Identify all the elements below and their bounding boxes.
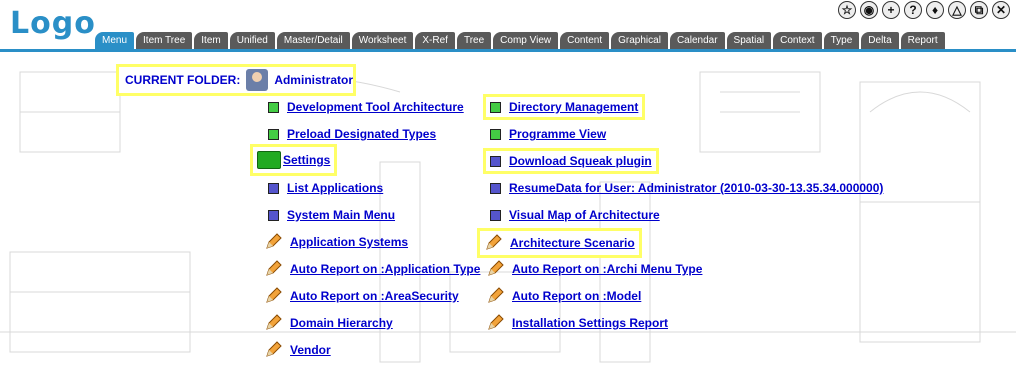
pencil-icon bbox=[266, 260, 282, 276]
list-item: ResumeData for User: Administrator (2010… bbox=[490, 179, 883, 197]
logo: Logo bbox=[10, 6, 96, 41]
bookmark-icon[interactable]: ☆ bbox=[838, 1, 856, 19]
list-item: Auto Report on :Application Type bbox=[264, 260, 480, 278]
tab-comp-view[interactable]: Comp View bbox=[493, 32, 559, 49]
menu-link[interactable]: Domain Hierarchy bbox=[290, 316, 393, 330]
tab-report[interactable]: Report bbox=[900, 32, 945, 49]
menu-link[interactable]: Auto Report on :Application Type bbox=[290, 262, 480, 276]
blue-square-icon bbox=[268, 209, 279, 221]
blue-square-icon bbox=[490, 209, 501, 221]
list-item: Programme View bbox=[490, 125, 606, 143]
green-square-icon bbox=[490, 128, 501, 140]
blue-square-icon bbox=[490, 155, 501, 167]
tab-menu[interactable]: Menu bbox=[95, 32, 135, 49]
pencil-icon bbox=[488, 260, 504, 276]
toolbar-icons: ☆ ◉ + ? ♦ △ ⧉ ✕ bbox=[838, 1, 1010, 19]
tab-content[interactable]: Content bbox=[560, 32, 610, 49]
list-item: Preload Designated Types bbox=[268, 125, 436, 143]
green-square-icon bbox=[268, 101, 279, 113]
list-item: Architecture Scenario bbox=[477, 228, 642, 258]
menu-link[interactable]: System Main Menu bbox=[287, 208, 395, 222]
menu-link[interactable]: Download Squeak plugin bbox=[509, 154, 652, 168]
copy-icon[interactable]: ⧉ bbox=[970, 1, 988, 19]
menu-link[interactable]: List Applications bbox=[287, 181, 383, 195]
list-item: Download Squeak plugin bbox=[483, 148, 659, 174]
list-item: Settings bbox=[250, 144, 338, 176]
menu-link[interactable]: Application Systems bbox=[290, 235, 408, 249]
list-item: Directory Management bbox=[483, 94, 646, 120]
pencil-icon bbox=[266, 341, 282, 357]
tab-spatial[interactable]: Spatial bbox=[726, 32, 772, 49]
menu-link[interactable]: Auto Report on :Model bbox=[512, 289, 641, 303]
list-item: Auto Report on :AreaSecurity bbox=[264, 287, 459, 305]
tab-unified[interactable]: Unified bbox=[229, 32, 275, 49]
list-item: Application Systems bbox=[264, 233, 408, 251]
pencil-icon bbox=[486, 234, 502, 250]
current-folder-label: CURRENT FOLDER: bbox=[125, 73, 241, 87]
menu-link[interactable]: Vendor bbox=[290, 343, 331, 357]
tab-worksheet[interactable]: Worksheet bbox=[351, 32, 414, 49]
tab-x-ref[interactable]: X-Ref bbox=[415, 32, 455, 49]
list-item: Installation Settings Report bbox=[486, 314, 668, 332]
tab-context[interactable]: Context bbox=[773, 32, 822, 49]
list-item: Auto Report on :Archi Menu Type bbox=[486, 260, 702, 278]
menu-link[interactable]: Programme View bbox=[509, 127, 606, 141]
tab-item[interactable]: Item bbox=[194, 32, 228, 49]
help-icon[interactable]: ? bbox=[904, 1, 922, 19]
pencil-icon bbox=[266, 314, 282, 330]
menu-link[interactable]: Settings bbox=[283, 153, 330, 167]
tab-delta[interactable]: Delta bbox=[861, 32, 899, 49]
list-item: Vendor bbox=[264, 341, 331, 359]
menu-link[interactable]: Auto Report on :Archi Menu Type bbox=[512, 262, 702, 276]
tab-calendar[interactable]: Calendar bbox=[669, 32, 725, 49]
close-icon[interactable]: ✕ bbox=[992, 1, 1010, 19]
tab-graphical[interactable]: Graphical bbox=[611, 32, 668, 49]
globe-icon[interactable]: ◉ bbox=[860, 1, 878, 19]
list-item: Auto Report on :Model bbox=[486, 287, 641, 305]
location-icon[interactable]: ♦ bbox=[926, 1, 944, 19]
tab-bar: Menu Item Tree Item Unified Master/Detai… bbox=[95, 32, 947, 49]
menu-link[interactable]: Visual Map of Architecture bbox=[509, 208, 660, 222]
menu-link[interactable]: Architecture Scenario bbox=[510, 236, 635, 250]
menu-link[interactable]: ResumeData for User: Administrator (2010… bbox=[509, 181, 883, 195]
pencil-icon bbox=[488, 287, 504, 303]
list-item: System Main Menu bbox=[268, 206, 395, 224]
pencil-icon bbox=[488, 314, 504, 330]
tab-master-detail[interactable]: Master/Detail bbox=[276, 32, 350, 49]
current-folder-banner: CURRENT FOLDER: Administrator bbox=[116, 64, 356, 96]
triangle-icon[interactable]: △ bbox=[948, 1, 966, 19]
list-item: Development Tool Architecture bbox=[268, 98, 464, 116]
menu-link[interactable]: Installation Settings Report bbox=[512, 316, 668, 330]
list-item: Domain Hierarchy bbox=[264, 314, 393, 332]
list-item: List Applications bbox=[268, 179, 383, 197]
list-item: Visual Map of Architecture bbox=[490, 206, 660, 224]
folder-icon bbox=[257, 151, 281, 169]
tab-type[interactable]: Type bbox=[823, 32, 860, 49]
current-folder-user[interactable]: Administrator bbox=[274, 73, 353, 87]
green-square-icon bbox=[268, 128, 279, 140]
add-icon[interactable]: + bbox=[882, 1, 900, 19]
menu-link[interactable]: Development Tool Architecture bbox=[287, 100, 464, 114]
blue-square-icon bbox=[268, 182, 279, 194]
tab-tree[interactable]: Tree bbox=[456, 32, 492, 49]
menu-link[interactable]: Auto Report on :AreaSecurity bbox=[290, 289, 459, 303]
blue-square-icon bbox=[490, 182, 501, 194]
tab-item-tree[interactable]: Item Tree bbox=[136, 32, 193, 49]
menu-link[interactable]: Preload Designated Types bbox=[287, 127, 436, 141]
user-avatar-icon bbox=[246, 69, 269, 91]
pencil-icon bbox=[266, 287, 282, 303]
menu-link[interactable]: Directory Management bbox=[509, 100, 638, 114]
green-square-icon bbox=[490, 101, 501, 113]
pencil-icon bbox=[266, 233, 282, 249]
